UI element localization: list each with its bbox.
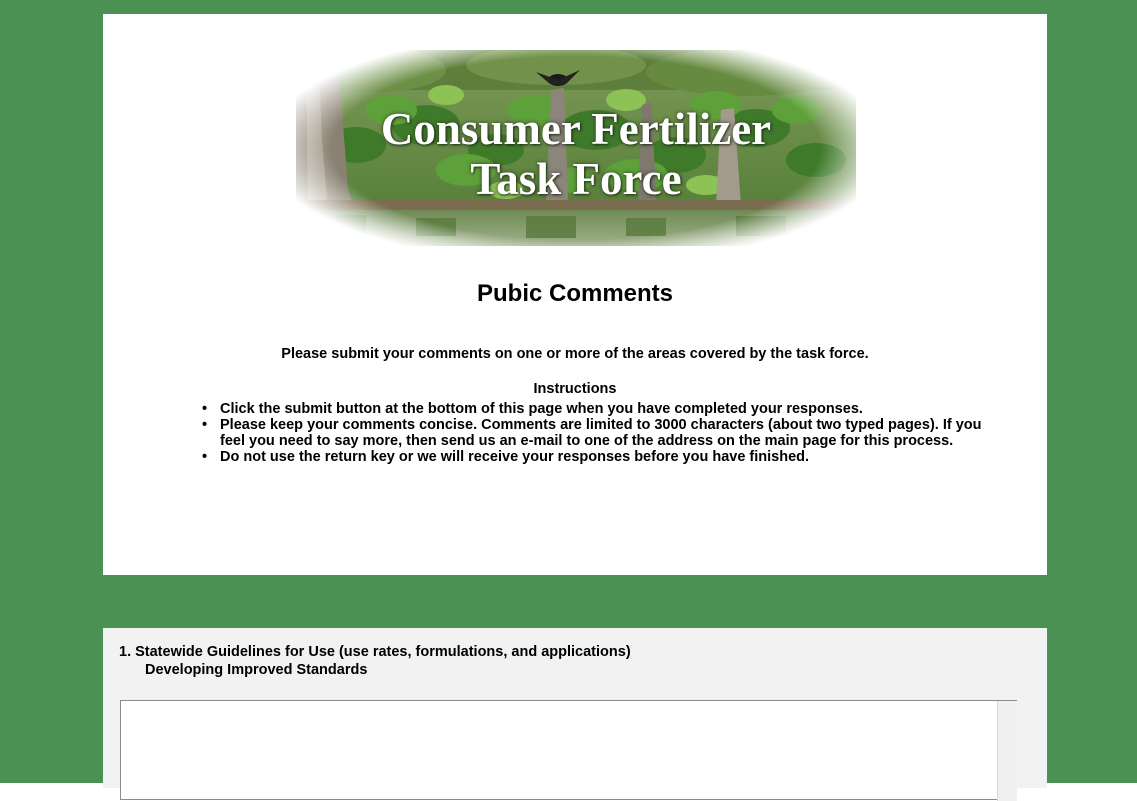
instruction-item: Do not use the return key or we will rec… (202, 449, 1000, 465)
question-subtitle: Developing Improved Standards (145, 662, 368, 678)
comment-textarea[interactable] (120, 700, 1017, 800)
banner-title-line2: Task Force (470, 154, 682, 204)
banner-title: Consumer Fertilizer Task Force (296, 104, 856, 204)
instruction-item: Click the submit button at the bottom of… (202, 401, 1000, 417)
textarea-scrollbar[interactable] (997, 701, 1017, 801)
question-title: 1. Statewide Guidelines for Use (use rat… (119, 644, 631, 660)
question-card: 1. Statewide Guidelines for Use (use rat… (103, 628, 1047, 801)
instructions-heading: Instructions (533, 381, 617, 397)
instruction-item: Please keep your comments concise. Comme… (202, 417, 1000, 449)
banner-title-line1: Consumer Fertilizer (380, 104, 772, 154)
header-card: Consumer Fertilizer Task Force Pubic Com… (103, 14, 1047, 575)
instructions-list: Click the submit button at the bottom of… (202, 401, 1000, 465)
page-title: Pubic Comments (476, 280, 674, 307)
banner-image: Consumer Fertilizer Task Force (296, 50, 856, 246)
intro-text: Please submit your comments on one or mo… (281, 346, 869, 362)
